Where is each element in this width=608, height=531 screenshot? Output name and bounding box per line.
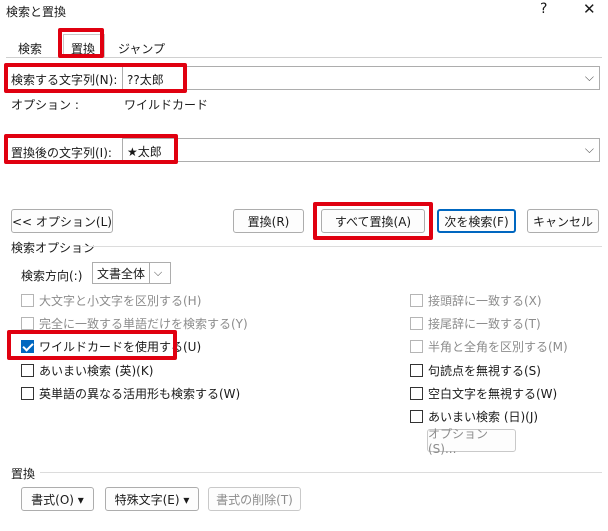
checkbox-box[interactable]	[410, 340, 423, 353]
chevron-down-icon[interactable]: ⌵	[585, 142, 594, 157]
checkbox-box[interactable]	[410, 410, 423, 423]
replace-input[interactable]: ★太郎 ⌵	[122, 138, 600, 162]
checkbox-suffix[interactable]: 接尾辞に一致する(T)	[410, 315, 541, 332]
tab-find[interactable]: 検索	[18, 40, 42, 57]
checkbox-box[interactable]	[410, 294, 423, 307]
checkbox-label: 半角と全角を区別する(M)	[428, 340, 568, 354]
checkbox-label: あいまい検索 (日)(J)	[428, 410, 539, 424]
clear-format-button[interactable]: 書式の削除(T)	[208, 487, 301, 511]
replace-section-title: 置換	[11, 467, 36, 481]
checkbox-label: 大文字と小文字を区別する(H)	[39, 294, 202, 308]
direction-select[interactable]: 文書全体 ⌵	[92, 262, 171, 284]
chevron-down-icon: ⌵	[153, 266, 163, 279]
checkbox-label: 接頭辞に一致する(X)	[428, 294, 542, 308]
chevron-down-icon[interactable]: ⌵	[585, 70, 594, 85]
format-button[interactable]: 書式(O) ▾	[21, 487, 94, 511]
close-button[interactable]: ✕	[583, 0, 596, 18]
checkbox-word-forms[interactable]: 英単語の異なる活用形も検索する(W)	[21, 385, 240, 402]
find-input[interactable]: ??太郎 ⌵	[122, 66, 600, 90]
checkbox-prefix[interactable]: 接頭辞に一致する(X)	[410, 292, 542, 309]
cancel-button[interactable]: キャンセル	[527, 209, 599, 233]
checkbox-label: 接尾辞に一致する(T)	[428, 317, 541, 331]
checkbox-label: 英単語の異なる活用形も検索する(W)	[39, 387, 241, 401]
checkbox-box[interactable]	[410, 317, 423, 330]
checkbox-box[interactable]	[21, 387, 34, 400]
special-chars-button[interactable]: 特殊文字(E) ▾	[105, 487, 199, 511]
checkbox-box[interactable]	[410, 387, 423, 400]
checkbox-ignore-space[interactable]: 空白文字を無視する(W)	[410, 385, 557, 402]
checkbox-match-case[interactable]: 大文字と小文字を区別する(H)	[21, 292, 201, 309]
tab-goto[interactable]: ジャンプ	[118, 40, 165, 57]
section-divider	[82, 246, 602, 247]
checkbox-box[interactable]	[21, 364, 34, 377]
fuzzy-options-button[interactable]: オプション(S)...	[427, 427, 516, 456]
help-button[interactable]: ?	[540, 1, 547, 17]
search-options-title: 検索オプション	[11, 241, 96, 255]
checkbox-fuzzy-en[interactable]: あいまい検索 (英)(K)	[21, 362, 153, 379]
options-label: オプション :	[11, 98, 79, 112]
replace-button[interactable]: 置換(R)	[233, 209, 304, 233]
highlight-find	[4, 63, 187, 93]
options-value: ワイルドカード	[124, 98, 209, 112]
less-options-button[interactable]: << オプション(L)	[11, 209, 113, 233]
checkbox-box[interactable]	[21, 317, 34, 330]
find-next-button[interactable]: 次を検索(F)	[437, 209, 516, 233]
title-bar	[0, 0, 608, 22]
direction-label: 検索方向(:)	[21, 269, 83, 283]
checkbox-label: あいまい検索 (英)(K)	[39, 364, 154, 378]
checkbox-box[interactable]	[410, 364, 423, 377]
highlight-replace-all	[313, 202, 433, 240]
direction-value: 文書全体	[93, 263, 151, 283]
section-divider	[40, 472, 602, 473]
checkbox-label: 句読点を無視する(S)	[428, 364, 541, 378]
checkbox-ignore-punct[interactable]: 句読点を無視する(S)	[410, 362, 541, 379]
highlight-tab-replace	[58, 28, 104, 58]
dialog-title: 検索と置換	[6, 5, 67, 19]
checkbox-fuzzy-ja[interactable]: あいまい検索 (日)(J)	[410, 408, 538, 425]
highlight-wildcards	[7, 330, 177, 360]
checkbox-box[interactable]	[21, 294, 34, 307]
checkbox-label: 空白文字を無視する(W)	[428, 387, 558, 401]
checkbox-width[interactable]: 半角と全角を区別する(M)	[410, 338, 568, 355]
highlight-replace	[4, 134, 178, 164]
